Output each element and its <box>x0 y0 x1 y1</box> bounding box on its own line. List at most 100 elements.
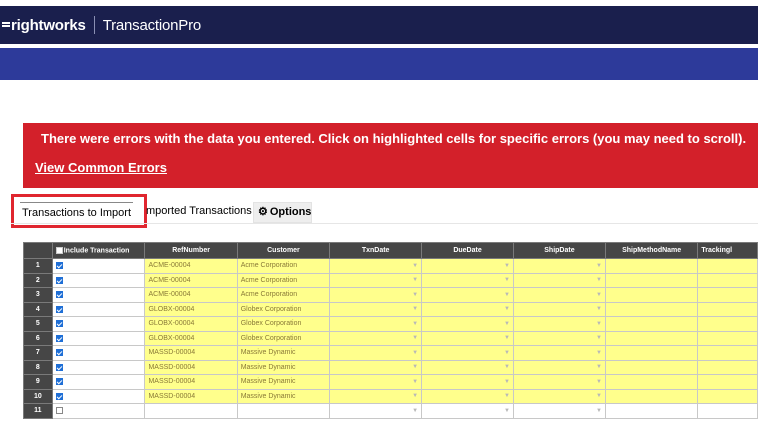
chevron-down-icon[interactable]: ▼ <box>504 318 510 330</box>
include-checkbox[interactable] <box>55 349 63 357</box>
txndate-cell[interactable]: ▼ <box>329 258 423 274</box>
brand-logo[interactable]: rightworks TransactionPro <box>0 16 201 34</box>
chevron-down-icon[interactable]: ▼ <box>412 405 418 417</box>
duedate-cell[interactable]: ▼ <box>421 316 514 332</box>
refnumber-cell[interactable]: ACME-00004 <box>144 258 238 274</box>
chevron-down-icon[interactable]: ▼ <box>504 289 510 301</box>
chevron-down-icon[interactable]: ▼ <box>412 318 418 330</box>
include-cell[interactable] <box>51 258 146 274</box>
chevron-down-icon[interactable]: ▼ <box>412 376 418 388</box>
include-cell[interactable] <box>51 374 146 390</box>
chevron-down-icon[interactable]: ▼ <box>504 274 510 286</box>
shipmethodname-cell[interactable] <box>604 403 699 419</box>
shipmethodname-cell[interactable] <box>604 359 699 375</box>
tracking-cell[interactable] <box>697 359 758 375</box>
txndate-cell[interactable]: ▼ <box>329 374 423 390</box>
txndate-cell[interactable]: ▼ <box>329 388 423 404</box>
duedate-cell[interactable]: ▼ <box>421 258 514 274</box>
chevron-down-icon[interactable]: ▼ <box>504 405 510 417</box>
chevron-down-icon[interactable]: ▼ <box>596 405 602 417</box>
chevron-down-icon[interactable]: ▼ <box>596 376 602 388</box>
txndate-cell[interactable]: ▼ <box>329 287 423 303</box>
chevron-down-icon[interactable]: ▼ <box>504 376 510 388</box>
include-cell[interactable] <box>51 287 146 303</box>
duedate-cell[interactable]: ▼ <box>421 359 514 375</box>
txndate-cell[interactable]: ▼ <box>329 403 423 419</box>
tab-imported-transactions[interactable]: mported Transactions <box>146 205 252 217</box>
shipdate-cell[interactable]: ▼ <box>512 258 606 274</box>
view-common-errors-link[interactable]: View Common Errors <box>35 160 167 175</box>
duedate-cell[interactable]: ▼ <box>421 374 514 390</box>
chevron-down-icon[interactable]: ▼ <box>504 332 510 344</box>
duedate-cell[interactable]: ▼ <box>421 272 514 288</box>
refnumber-cell[interactable]: ACME-00004 <box>144 287 238 303</box>
chevron-down-icon[interactable]: ▼ <box>596 289 602 301</box>
tracking-cell[interactable] <box>697 287 758 303</box>
shipdate-cell[interactable]: ▼ <box>512 287 606 303</box>
chevron-down-icon[interactable]: ▼ <box>596 390 602 402</box>
shipdate-cell[interactable]: ▼ <box>512 272 606 288</box>
customer-cell[interactable]: Acme Corporation <box>236 287 331 303</box>
include-checkbox[interactable] <box>55 392 63 400</box>
chevron-down-icon[interactable]: ▼ <box>596 260 602 272</box>
include-cell[interactable] <box>51 388 146 404</box>
column-header-refnumber[interactable]: RefNumber <box>144 242 238 259</box>
include-checkbox[interactable] <box>55 276 63 284</box>
refnumber-cell[interactable]: MASSD-00004 <box>144 345 238 361</box>
txndate-cell[interactable]: ▼ <box>329 272 423 288</box>
column-header-tracking[interactable]: Trackingl <box>697 242 758 259</box>
include-checkbox[interactable] <box>55 291 63 299</box>
duedate-cell[interactable]: ▼ <box>421 388 514 404</box>
column-header-shipdate[interactable]: ShipDate <box>512 242 606 259</box>
customer-cell[interactable]: Globex Corporation <box>236 330 331 346</box>
shipmethodname-cell[interactable] <box>604 301 699 317</box>
column-header-include[interactable]: Include Transaction <box>51 242 146 259</box>
chevron-down-icon[interactable]: ▼ <box>504 361 510 373</box>
chevron-down-icon[interactable]: ▼ <box>596 347 602 359</box>
txndate-cell[interactable]: ▼ <box>329 316 423 332</box>
chevron-down-icon[interactable]: ▼ <box>412 260 418 272</box>
chevron-down-icon[interactable]: ▼ <box>504 390 510 402</box>
chevron-down-icon[interactable]: ▼ <box>504 347 510 359</box>
select-all-checkbox[interactable] <box>55 246 63 254</box>
include-cell[interactable] <box>51 272 146 288</box>
chevron-down-icon[interactable]: ▼ <box>412 390 418 402</box>
txndate-cell[interactable]: ▼ <box>329 359 423 375</box>
shipmethodname-cell[interactable] <box>604 287 699 303</box>
shipdate-cell[interactable]: ▼ <box>512 388 606 404</box>
duedate-cell[interactable]: ▼ <box>421 330 514 346</box>
tracking-cell[interactable] <box>697 403 758 419</box>
refnumber-cell[interactable]: MASSD-00004 <box>144 359 238 375</box>
chevron-down-icon[interactable]: ▼ <box>412 289 418 301</box>
customer-cell[interactable]: Acme Corporation <box>236 258 331 274</box>
refnumber-cell[interactable]: GLOBX-00004 <box>144 330 238 346</box>
chevron-down-icon[interactable]: ▼ <box>596 318 602 330</box>
include-checkbox[interactable] <box>55 320 63 328</box>
options-button[interactable]: ⚙ Options <box>253 202 312 223</box>
duedate-cell[interactable]: ▼ <box>421 403 514 419</box>
include-cell[interactable] <box>51 359 146 375</box>
chevron-down-icon[interactable]: ▼ <box>412 361 418 373</box>
chevron-down-icon[interactable]: ▼ <box>596 303 602 315</box>
column-header-shipmethodname[interactable]: ShipMethodName <box>604 242 699 259</box>
customer-cell[interactable]: Globex Corporation <box>236 301 331 317</box>
shipmethodname-cell[interactable] <box>604 316 699 332</box>
column-header-txndate[interactable]: TxnDate <box>329 242 423 259</box>
tracking-cell[interactable] <box>697 316 758 332</box>
tracking-cell[interactable] <box>697 258 758 274</box>
chevron-down-icon[interactable]: ▼ <box>412 274 418 286</box>
shipdate-cell[interactable]: ▼ <box>512 403 606 419</box>
customer-cell[interactable] <box>236 403 331 419</box>
column-header-duedate[interactable]: DueDate <box>421 242 514 259</box>
chevron-down-icon[interactable]: ▼ <box>596 332 602 344</box>
include-cell[interactable] <box>51 301 146 317</box>
refnumber-cell[interactable]: MASSD-00004 <box>144 388 238 404</box>
chevron-down-icon[interactable]: ▼ <box>412 332 418 344</box>
shipdate-cell[interactable]: ▼ <box>512 359 606 375</box>
chevron-down-icon[interactable]: ▼ <box>412 347 418 359</box>
shipdate-cell[interactable]: ▼ <box>512 301 606 317</box>
refnumber-cell[interactable] <box>144 403 238 419</box>
include-checkbox[interactable] <box>55 305 63 313</box>
duedate-cell[interactable]: ▼ <box>421 345 514 361</box>
customer-cell[interactable]: Globex Corporation <box>236 316 331 332</box>
